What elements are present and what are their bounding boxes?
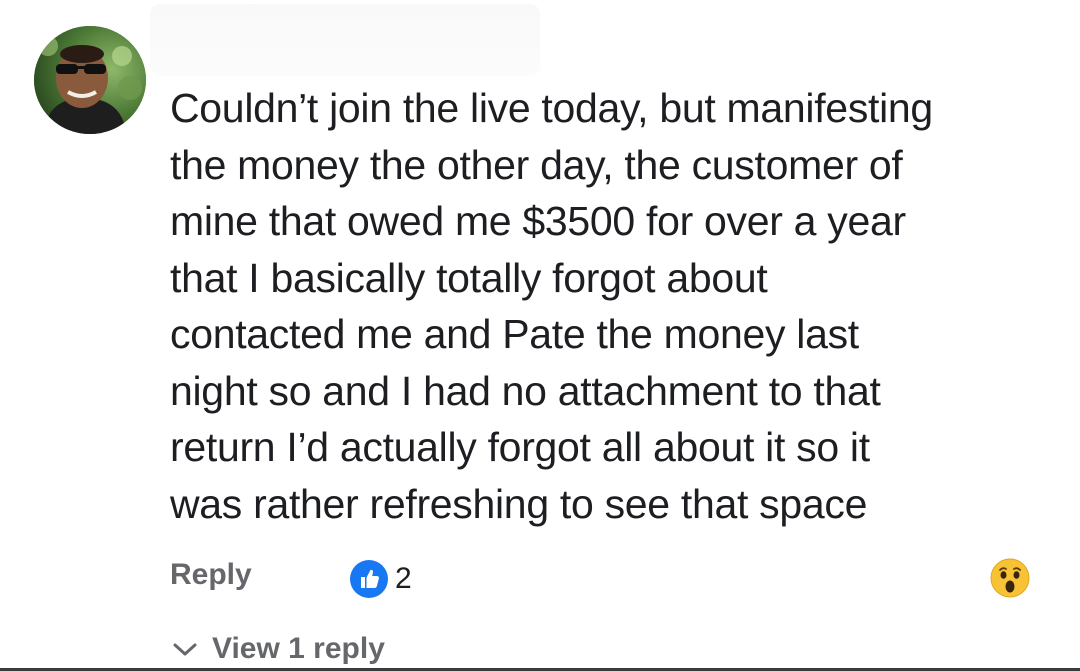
avatar[interactable] — [34, 26, 146, 134]
comment-line: return I’d actually forgot all about it … — [170, 424, 870, 470]
comment-screen: Couldn’t join the live today, but manife… — [0, 0, 1080, 671]
reply-button[interactable]: Reply — [170, 558, 252, 592]
chevron-down-icon — [173, 643, 197, 656]
wow-emoji-icon[interactable] — [990, 558, 1030, 598]
like-count-button[interactable]: 2 — [350, 560, 412, 598]
comment-text: Couldn’t join the live today, but manife… — [170, 80, 1050, 532]
comment-line: that I basically totally forgot about — [170, 254, 768, 301]
comment-line: the money the other day, the customer of — [170, 141, 903, 188]
comment-line: night so and I had no attachment to that — [170, 367, 881, 414]
comment-line: Couldn’t join the live today, but manife… — [170, 85, 933, 131]
comment-line: was rather refreshing to see that space — [170, 480, 868, 527]
view-replies-button[interactable]: View 1 reply — [172, 628, 385, 670]
view-replies-label: View 1 reply — [212, 632, 385, 665]
comment-action-row: Reply 2 — [170, 556, 1040, 600]
thumbs-up-icon — [350, 560, 388, 598]
like-count: 2 — [395, 562, 412, 595]
avatar-photo — [34, 26, 146, 134]
comment-line: contacted me and Pate the money last — [170, 311, 859, 357]
comment-line: mine that owed me $3500 for over a year — [170, 198, 906, 244]
faded-name-bubble — [150, 4, 540, 76]
